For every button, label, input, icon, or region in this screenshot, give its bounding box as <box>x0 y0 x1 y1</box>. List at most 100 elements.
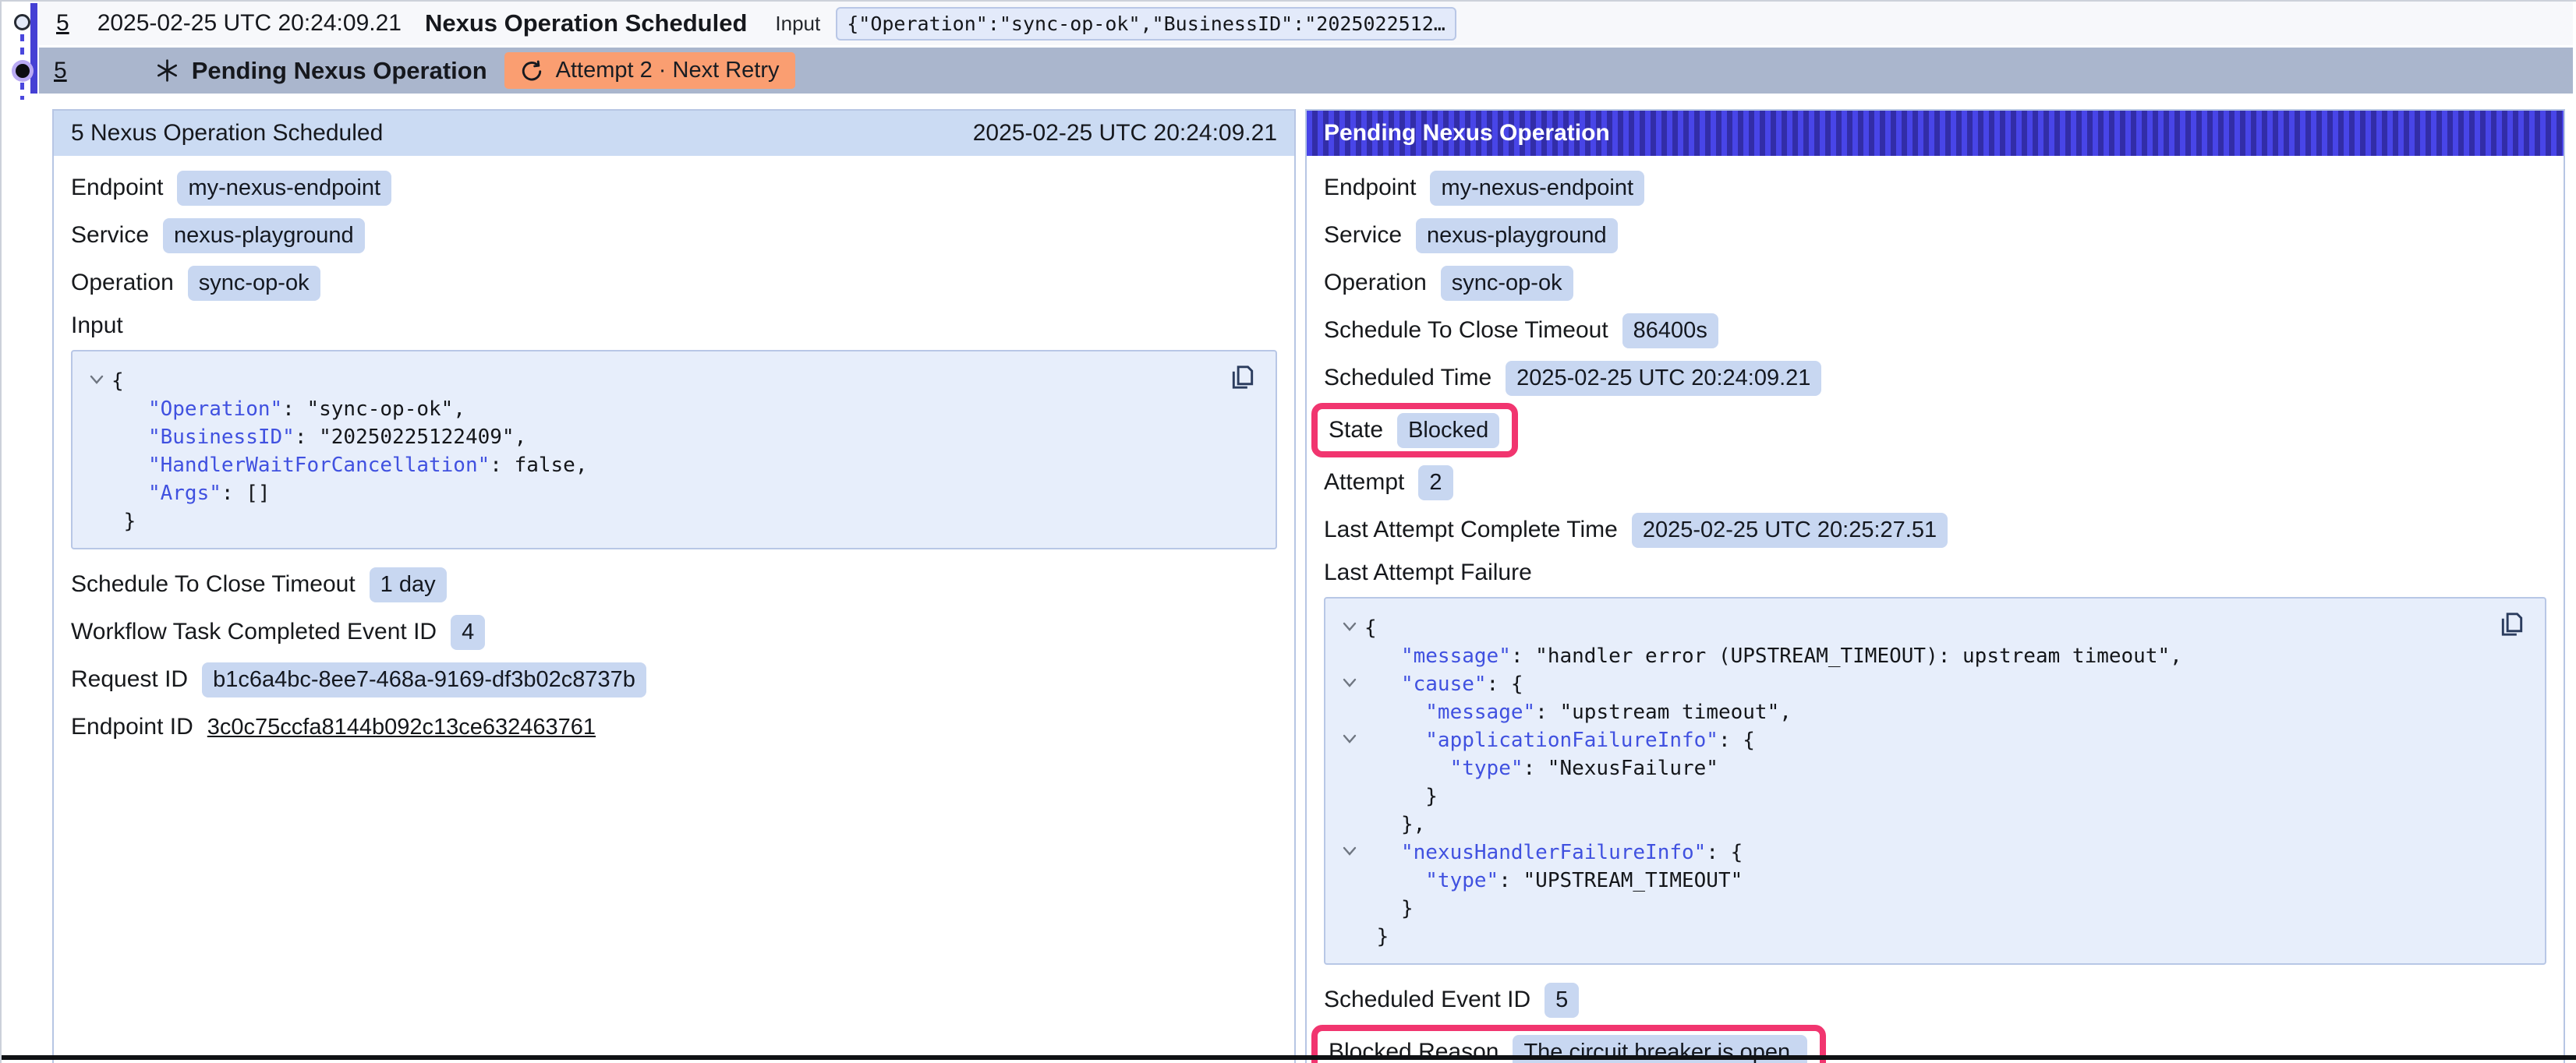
pending-event-id-link[interactable]: 5 <box>54 58 67 84</box>
field-label: Service <box>1324 222 1402 249</box>
field-value-chip: 2 <box>1418 465 1453 500</box>
field-label: Service <box>71 222 149 249</box>
timeline-open-circle-icon <box>14 14 30 30</box>
field-label: Attempt <box>1324 469 1404 496</box>
code-gutter <box>82 395 111 423</box>
field-label: Request ID <box>71 666 188 693</box>
input-code-label: Input <box>71 313 1277 339</box>
field-value-chip: 5 <box>1545 983 1579 1018</box>
field-scheduled-time: Scheduled Time 2025-02-25 UTC 20:24:09.2… <box>1324 360 2546 396</box>
code-line-text: "nexusHandlerFailureInfo": { <box>1364 839 1743 867</box>
collapse-toggle[interactable] <box>82 367 111 395</box>
field-value-chip: nexus-playground <box>1416 218 1618 253</box>
field-operation: Operation sync-op-ok <box>71 265 1277 301</box>
event-id-link[interactable]: 5 <box>56 10 69 37</box>
event-detail-header-timestamp: 2025-02-25 UTC 20:24:09.21 <box>973 120 1277 147</box>
code-line-text: { <box>111 367 124 395</box>
code-line-text: "type": "NexusFailure" <box>1364 754 1718 782</box>
code-gutter <box>1335 923 1364 951</box>
collapse-toggle[interactable] <box>1335 670 1364 698</box>
code-gutter <box>1335 867 1364 895</box>
field-value-chip: 4 <box>451 615 485 650</box>
state-highlight-box: State Blocked <box>1311 403 1518 457</box>
event-detail-content: 5 Nexus Operation Scheduled 2025-02-25 U… <box>52 109 2565 1063</box>
workflow-history-event-view: 5 2025-02-25 UTC 20:24:09.21 Nexus Opera… <box>0 0 2576 1063</box>
field-scheduled-event-id: Scheduled Event ID 5 <box>1324 982 2546 1018</box>
bottom-divider <box>2 1055 2576 1060</box>
failure-json[interactable]: { "message": "handler error (UPSTREAM_TI… <box>1335 614 2526 951</box>
field-request-id: Request ID b1c6a4bc-8ee7-468a-9169-df3b0… <box>71 662 1277 697</box>
collapse-chevron-icon <box>1342 733 1357 744</box>
field-endpoint-id: Endpoint ID 3c0c75ccfa8144b092c13ce63246… <box>71 709 1277 745</box>
event-input-label: Input <box>775 12 820 36</box>
event-detail-header-title: 5 Nexus Operation Scheduled <box>71 120 383 147</box>
field-value-chip: 2025-02-25 UTC 20:24:09.21 <box>1506 361 1821 396</box>
state-value-chip: Blocked <box>1397 413 1499 448</box>
pending-operation-header-title: Pending Nexus Operation <box>1324 120 1610 147</box>
collapse-toggle[interactable] <box>1335 726 1364 754</box>
field-workflow-task-completed-event-id: Workflow Task Completed Event ID 4 <box>71 614 1277 650</box>
timeline-current-dot-icon <box>16 64 30 78</box>
field-operation: Operation sync-op-ok <box>1324 265 2546 301</box>
field-label: Schedule To Close Timeout <box>1324 317 1608 344</box>
code-line-text: } <box>1364 895 1414 923</box>
pending-operation-header: Pending Nexus Operation <box>1307 111 2564 156</box>
event-timestamp: 2025-02-25 UTC 20:24:09.21 <box>97 10 402 37</box>
field-value-chip: my-nexus-endpoint <box>1430 171 1644 206</box>
pending-operation-panel: Pending Nexus Operation Endpoint my-nexu… <box>1305 109 2565 1063</box>
code-line-text: "cause": { <box>1364 670 1523 698</box>
collapse-toggle[interactable] <box>1335 839 1364 867</box>
retry-icon <box>520 59 543 83</box>
endpoint-id-link[interactable]: 3c0c75ccfa8144b092c13ce632463761 <box>207 715 596 740</box>
timeline-dashed-connector <box>20 34 24 61</box>
collapse-toggle[interactable] <box>1335 614 1364 642</box>
collapse-chevron-icon <box>1342 846 1357 856</box>
code-line-text: } <box>1364 923 1389 951</box>
code-line-text: } <box>1364 782 1438 810</box>
field-endpoint: Endpoint my-nexus-endpoint <box>1324 170 2546 206</box>
code-line-text: "HandlerWaitForCancellation": false, <box>111 451 588 479</box>
code-gutter <box>82 423 111 451</box>
collapse-chevron-icon <box>89 374 104 385</box>
copy-icon[interactable] <box>2498 609 2526 639</box>
code-line-text: "message": "handler error (UPSTREAM_TIME… <box>1364 642 2182 670</box>
event-input-preview-chip[interactable]: {"Operation":"sync-op-ok","BusinessID":"… <box>836 7 1456 41</box>
input-json[interactable]: { "Operation": "sync-op-ok", "BusinessID… <box>82 367 1257 535</box>
input-code-block: { "Operation": "sync-op-ok", "BusinessID… <box>71 350 1277 549</box>
field-schedule-to-close-timeout: Schedule To Close Timeout 1 day <box>71 567 1277 602</box>
retry-badge-label: Attempt 2 · Next Retry <box>556 58 780 83</box>
timeline-dashed-connector <box>20 83 24 100</box>
code-line-text: } <box>111 507 136 535</box>
field-value-chip: 2025-02-25 UTC 20:25:27.51 <box>1632 513 1948 548</box>
code-line-text: "BusinessID": "20250225122409", <box>111 423 526 451</box>
field-label: State <box>1329 417 1383 443</box>
collapse-chevron-icon <box>1342 677 1357 688</box>
field-label: Workflow Task Completed Event ID <box>71 619 437 645</box>
field-label: Schedule To Close Timeout <box>71 571 356 598</box>
field-label: Operation <box>1324 270 1427 296</box>
code-line-text: "message": "upstream timeout", <box>1364 698 1792 726</box>
code-gutter <box>82 507 111 535</box>
field-attempt: Attempt 2 <box>1324 464 2546 500</box>
field-label: Endpoint ID <box>71 714 193 740</box>
pending-asterisk-icon <box>155 58 179 83</box>
code-gutter <box>82 451 111 479</box>
code-line-text: { <box>1364 614 1377 642</box>
field-state: State Blocked <box>1329 412 1499 448</box>
field-label: Endpoint <box>1324 175 1416 201</box>
collapse-chevron-icon <box>1342 621 1357 632</box>
code-line-text: }, <box>1364 810 1425 839</box>
copy-icon[interactable] <box>1229 362 1257 392</box>
code-line-text: "applicationFailureInfo": { <box>1364 726 1755 754</box>
field-endpoint: Endpoint my-nexus-endpoint <box>71 170 1277 206</box>
event-summary-row[interactable]: 5 2025-02-25 UTC 20:24:09.21 Nexus Opera… <box>39 2 2573 45</box>
field-service: Service nexus-playground <box>71 217 1277 253</box>
code-line-text: "Args": [] <box>111 479 271 507</box>
field-label: Scheduled Event ID <box>1324 987 1530 1013</box>
last-attempt-failure-label: Last Attempt Failure <box>1324 560 2546 586</box>
code-gutter <box>1335 642 1364 670</box>
field-value-chip: nexus-playground <box>163 218 365 253</box>
code-gutter <box>1335 698 1364 726</box>
field-value-chip: sync-op-ok <box>1441 266 1573 301</box>
pending-operation-row[interactable]: 5 Pending Nexus Operation Attempt 2 · Ne… <box>39 48 2573 94</box>
